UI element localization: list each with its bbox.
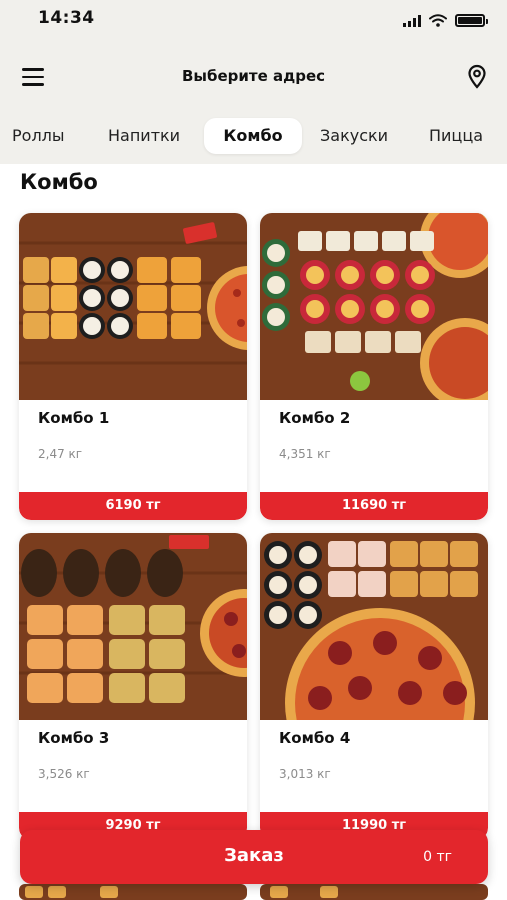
product-name: Комбо 1: [38, 409, 110, 427]
tab-rolls[interactable]: Роллы: [12, 118, 65, 154]
wifi-icon: [429, 14, 447, 27]
product-card[interactable]: Комбо 3 3,526 кг 9290 тг: [19, 533, 247, 840]
product-weight: 2,47 кг: [38, 447, 83, 461]
product-image: [260, 213, 488, 400]
section-title: Комбо: [20, 170, 98, 194]
battery-icon: [455, 14, 488, 27]
product-image: [19, 533, 247, 720]
tab-combo[interactable]: Комбо: [204, 118, 302, 154]
price-button[interactable]: 6190 тг: [19, 492, 247, 520]
tab-pizza[interactable]: Пицца: [429, 118, 483, 154]
order-total: 0 тг: [423, 849, 452, 865]
status-bar: 14:34: [0, 0, 507, 44]
signal-icon: [403, 14, 421, 27]
order-label: Заказ: [224, 845, 284, 866]
location-pin-icon[interactable]: [465, 64, 489, 90]
tab-snacks[interactable]: Закуски: [320, 118, 388, 154]
product-card[interactable]: Комбо 1 2,47 кг 6190 тг: [19, 213, 247, 520]
product-weight: 3,013 кг: [279, 767, 331, 781]
status-time: 14:34: [38, 8, 95, 28]
product-weight: 4,351 кг: [279, 447, 331, 461]
category-tabs: Роллы Напитки Комбо Закуски Пицца: [0, 110, 507, 164]
price-button[interactable]: 11690 тг: [260, 492, 488, 520]
status-icons: [403, 14, 488, 27]
product-card[interactable]: Комбо 2 4,351 кг 11690 тг: [260, 213, 488, 520]
product-name: Комбо 2: [279, 409, 351, 427]
order-button[interactable]: Заказ 0 тг: [20, 830, 488, 884]
product-image: [260, 533, 488, 720]
product-name: Комбо 3: [38, 729, 110, 747]
product-image: [19, 213, 247, 400]
tab-drinks[interactable]: Напитки: [108, 118, 180, 154]
next-row-images: [19, 884, 488, 900]
product-weight: 3,526 кг: [38, 767, 90, 781]
product-name: Комбо 4: [279, 729, 351, 747]
product-card[interactable]: Комбо 4 3,013 кг 11990 тг: [260, 533, 488, 840]
app-bar: Выберите адрес: [0, 44, 507, 110]
address-selector[interactable]: Выберите адрес: [0, 67, 507, 85]
